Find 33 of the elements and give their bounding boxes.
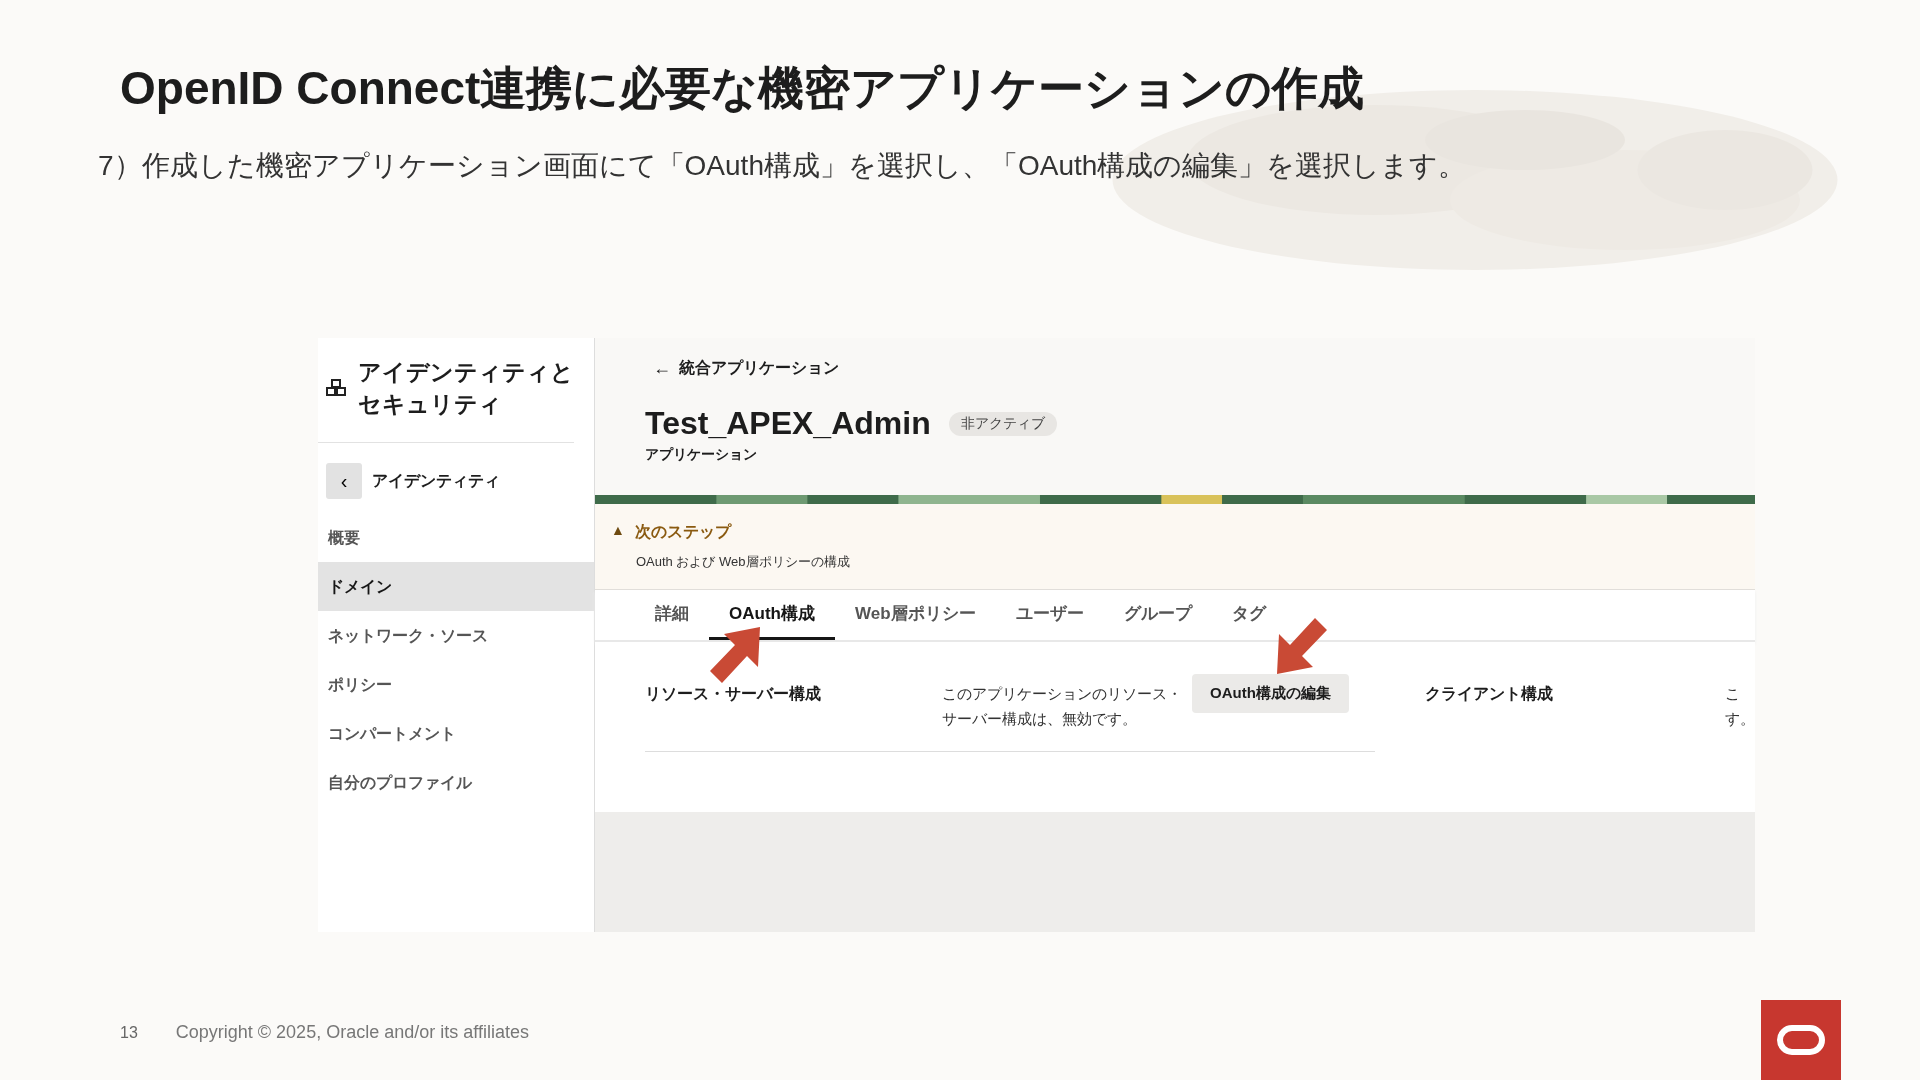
section-description: このアプリケーションのリソース・サーバー構成は、無効です。 xyxy=(942,684,1182,729)
tab[interactable]: Web層ポリシー xyxy=(834,590,996,640)
sidebar-item[interactable]: 自分のプロファイル xyxy=(318,758,594,807)
copyright-text: Copyright © 2025, Oracle and/or its affiliates xyxy=(175,1022,529,1043)
back-arrow-icon[interactable]: ← xyxy=(653,358,671,379)
back-button[interactable]: ‹ xyxy=(326,463,362,499)
warning-icon: ▲ xyxy=(611,522,625,543)
sidebar-section-label: アイデンティティ xyxy=(372,470,500,491)
tab[interactable]: グループ xyxy=(1103,590,1212,640)
status-badge: 非アクティブ xyxy=(948,411,1057,436)
sidebar-item[interactable]: コンパートメント xyxy=(318,709,594,758)
tab[interactable]: タグ xyxy=(1211,590,1286,640)
notice-title: 次のステップ xyxy=(634,522,731,542)
breadcrumb-link[interactable]: 統合アプリケーション xyxy=(679,358,839,379)
app-type-label: アプリケーション xyxy=(645,446,758,464)
page-number: 13 xyxy=(120,1024,138,1042)
notice-text: OAuth および Web層ポリシーの構成 xyxy=(636,553,851,571)
section-heading: クライアント構成 xyxy=(1425,684,1554,704)
instruction-text: 7）作成した機密アプリケーション画面にて「OAuth構成」を選択し、「OAuth構成の編集」を選択します。 xyxy=(98,149,1468,183)
sidebar-item[interactable]: ドメイン xyxy=(318,562,594,611)
cubes-icon xyxy=(326,379,346,397)
sidebar-title: アイデンティティと セキュリティ xyxy=(358,358,574,419)
slide-title: OpenID Connect連携に必要な機密アプリケーションの作成 xyxy=(119,61,1366,116)
app-name: Test_APEX_Admin xyxy=(645,405,931,442)
tab[interactable]: 詳細 xyxy=(635,590,709,640)
section-description: す。 xyxy=(1725,709,1755,729)
sidebar-item[interactable]: ネットワーク・ソース xyxy=(318,611,594,660)
sidebar-item[interactable]: 概要 xyxy=(318,513,594,562)
section-heading: リソース・サーバー構成 xyxy=(645,684,822,704)
section-description: こ xyxy=(1725,684,1741,704)
tab[interactable]: ユーザー xyxy=(995,590,1104,640)
edit-oauth-button[interactable]: OAuth構成の編集 xyxy=(1192,674,1349,713)
sidebar-item[interactable]: ポリシー xyxy=(318,660,594,709)
